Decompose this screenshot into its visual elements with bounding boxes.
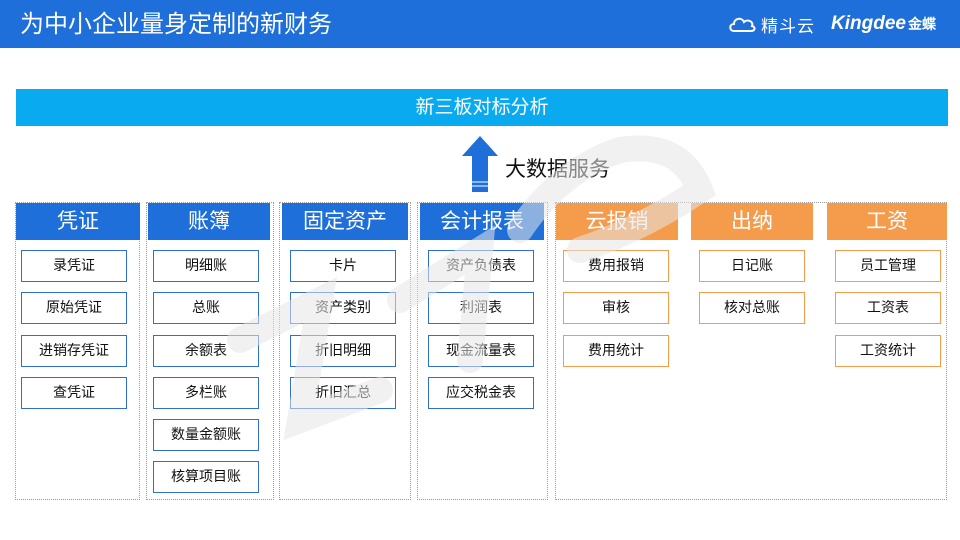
banner-bar: 新三板对标分析 xyxy=(16,89,948,126)
big-data-service-label: 大数据服务 xyxy=(505,157,610,181)
item-reconcile-general-ledger[interactable]: 核对总账 xyxy=(699,292,805,324)
item-cash-flow-statement[interactable]: 现金流量表 xyxy=(428,335,534,367)
page-title: 为中小企业量身定制的新财务 xyxy=(20,10,332,38)
item-quantity-amount-ledger[interactable]: 数量金额账 xyxy=(153,419,259,451)
column-header-fixed-assets: 固定资产 xyxy=(282,203,408,240)
item-balance-sheet[interactable]: 资产负债表 xyxy=(428,250,534,282)
header-bar: 为中小企业量身定制的新财务 精斗云 Kingdee 金蝶 xyxy=(0,0,960,48)
item-income-statement[interactable]: 利润表 xyxy=(428,292,534,324)
item-asset-category[interactable]: 资产类别 xyxy=(290,292,396,324)
item-expense-statistics[interactable]: 费用统计 xyxy=(563,335,669,367)
item-original-voucher[interactable]: 原始凭证 xyxy=(21,292,127,324)
column-header-cashier: 出纳 xyxy=(691,203,813,240)
brand-name-cn: 精斗云 xyxy=(761,16,816,37)
item-depreciation-summary[interactable]: 折旧汇总 xyxy=(290,377,396,409)
item-payroll-statistics[interactable]: 工资统计 xyxy=(835,335,941,367)
item-record-voucher[interactable]: 录凭证 xyxy=(21,250,127,282)
item-general-ledger[interactable]: 总账 xyxy=(153,292,259,324)
item-asset-card[interactable]: 卡片 xyxy=(290,250,396,282)
column-header-voucher: 凭证 xyxy=(16,203,140,240)
item-audit[interactable]: 审核 xyxy=(563,292,669,324)
column-header-reports: 会计报表 xyxy=(420,203,544,240)
item-inventory-voucher[interactable]: 进销存凭证 xyxy=(21,335,127,367)
item-employee-management[interactable]: 员工管理 xyxy=(835,250,941,282)
item-expense-reimbursement[interactable]: 费用报销 xyxy=(563,250,669,282)
column-header-cloud-reimbursement: 云报销 xyxy=(556,203,678,240)
item-query-voucher[interactable]: 查凭证 xyxy=(21,377,127,409)
brand-name-en: Kingdee xyxy=(831,13,906,34)
item-balance-sheet-ledger[interactable]: 余额表 xyxy=(153,335,259,367)
item-depreciation-detail[interactable]: 折旧明细 xyxy=(290,335,396,367)
item-journal[interactable]: 日记账 xyxy=(699,250,805,282)
column-header-payroll: 工资 xyxy=(827,203,947,240)
column-header-ledger: 账簿 xyxy=(148,203,270,240)
arrow-up-icon xyxy=(462,136,498,192)
brand-name-kingdee-cn: 金蝶 xyxy=(908,17,936,33)
item-payroll-sheet[interactable]: 工资表 xyxy=(835,292,941,324)
item-multi-column-ledger[interactable]: 多栏账 xyxy=(153,377,259,409)
item-detail-ledger[interactable]: 明细账 xyxy=(153,250,259,282)
cloud-icon xyxy=(729,17,756,32)
item-tax-payable-statement[interactable]: 应交税金表 xyxy=(428,377,534,409)
item-accounting-item-ledger[interactable]: 核算项目账 xyxy=(153,461,259,493)
brand-logo: 精斗云 Kingdee 金蝶 xyxy=(727,10,936,38)
